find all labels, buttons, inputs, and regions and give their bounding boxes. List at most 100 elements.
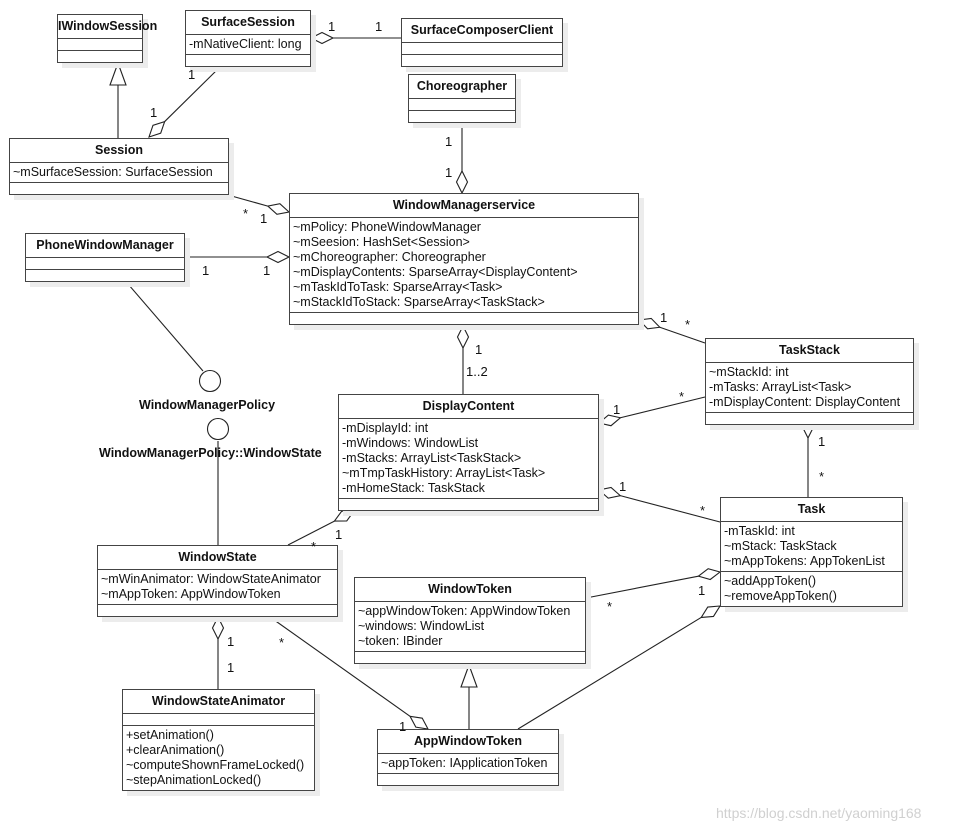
aggregation-diamond-icon [597, 486, 622, 499]
aggregation-diamond-icon [265, 250, 291, 264]
attributes-section [123, 714, 314, 726]
operations-section [409, 111, 515, 122]
attribute: ~mStack: TaskStack [724, 539, 837, 553]
class-taskstack[interactable]: TaskStack ~mStackId: int -mTasks: ArrayLis… [705, 338, 914, 425]
association-line [659, 326, 706, 344]
multiplicity: 1 [445, 165, 453, 180]
operations-section: +setAnimation() +clearAnimation() ~compute… [123, 726, 314, 790]
aggregation-diamond-icon [700, 605, 722, 619]
attributes-section: -mNativeClient: long [186, 35, 310, 55]
attribute: ~mTmpTaskHistory: ArrayList<Task> [342, 466, 546, 480]
attribute: -mHomeStack: TaskStack [342, 481, 485, 495]
multiplicity: 1 [660, 310, 668, 325]
multiplicity: 1 [150, 105, 158, 120]
multiplicity: 1 [399, 719, 407, 734]
operations-section [290, 313, 638, 324]
aggregation-diamond-icon [456, 324, 470, 350]
operation: ~removeAppToken() [724, 589, 837, 603]
multiplicity: 1 [375, 19, 383, 34]
multiplicity: * [279, 635, 285, 650]
class-windowstateanimator[interactable]: WindowStateAnimator +setAnimation() +clear… [122, 689, 315, 791]
attributes-section [58, 39, 142, 51]
attribute: ~mAppTokens: AppTokenList [724, 554, 885, 568]
class-surfacecomposerclient[interactable]: SurfaceComposerClient [401, 18, 563, 67]
class-name: Choreographer [409, 75, 515, 99]
attributes-section [26, 258, 184, 270]
class-session[interactable]: Session ~mSurfaceSession: SurfaceSession [9, 138, 229, 195]
aggregation-diamond-icon [148, 120, 166, 138]
generalization-triangle-icon [460, 663, 478, 688]
attribute: -mNativeClient: long [189, 37, 302, 51]
multiplicity: 1 [227, 634, 235, 649]
class-name: SurfaceComposerClient [402, 19, 562, 43]
multiplicity: 1 [202, 263, 210, 278]
multiplicity: 1 [445, 134, 453, 149]
multiplicity: 1 [619, 479, 627, 494]
attribute: ~mPolicy: PhoneWindowManager [293, 220, 481, 234]
class-windowstate[interactable]: WindowState ~mWinAnimator: WindowStateAni… [97, 545, 338, 617]
operations-section [355, 652, 585, 663]
operations-section [10, 183, 228, 194]
class-name: IWindowSession [58, 15, 157, 39]
class-windowtoken[interactable]: WindowToken ~appWindowToken: AppWindowTok… [354, 577, 586, 664]
class-name: Task [721, 498, 902, 522]
aggregation-diamond-icon [333, 510, 356, 522]
attributes-section: ~appWindowToken: AppWindowToken ~windows:… [355, 602, 585, 652]
class-iwindowsession[interactable]: IWindowSession [57, 14, 157, 63]
class-name: WindowManagerservice [290, 194, 638, 218]
class-task[interactable]: Task -mTaskId: int ~mStack: TaskStack ~mApp… [720, 497, 903, 607]
class-name: SurfaceSession [186, 11, 310, 35]
multiplicity: 1 [818, 434, 826, 449]
class-windowmanagerservice[interactable]: WindowManagerservice ~mPolicy: PhoneWindo… [289, 193, 639, 325]
class-name: TaskStack [706, 339, 913, 363]
multiplicity: * [243, 206, 249, 221]
attributes-section: -mTaskId: int ~mStack: TaskStack ~mAppToke… [721, 522, 902, 572]
multiplicity: 1 [260, 211, 268, 226]
multiplicity: 1 [613, 402, 621, 417]
operations-section [706, 413, 913, 424]
attributes-section: ~mSurfaceSession: SurfaceSession [10, 163, 228, 183]
operation: ~stepAnimationLocked() [126, 773, 262, 787]
class-appwindowtoken[interactable]: AppWindowToken ~appToken: IApplicationTok… [377, 729, 559, 786]
class-phonewindowmanager[interactable]: PhoneWindowManager [25, 233, 185, 282]
class-surfacesession[interactable]: SurfaceSession -mNativeClient: long [185, 10, 311, 67]
attribute: ~mWinAnimator: WindowStateAnimator [101, 572, 321, 586]
operations-section [58, 51, 142, 62]
operations-section [26, 270, 184, 281]
realization-line [121, 276, 204, 372]
attributes-section: ~mPolicy: PhoneWindowManager ~mSeesion: H… [290, 218, 638, 313]
multiplicity: * [685, 317, 691, 332]
class-name: WindowState [98, 546, 337, 570]
aggregation-diamond-icon [211, 615, 225, 641]
attribute: -mTaskId: int [724, 524, 795, 538]
attributes-section: ~appToken: IApplicationToken [378, 754, 558, 774]
operations-section [186, 55, 310, 66]
class-displaycontent[interactable]: DisplayContent -mDisplayId: int -mWindows:… [338, 394, 599, 511]
attribute: ~appWindowToken: AppWindowToken [358, 604, 571, 618]
attribute: -mDisplayId: int [342, 421, 429, 435]
class-name: PhoneWindowManager [26, 234, 184, 258]
operations-section [98, 605, 337, 616]
multiplicity: 1 [227, 660, 235, 675]
attributes-section: ~mStackId: int -mTasks: ArrayList<Task> -m… [706, 363, 913, 413]
class-choreographer[interactable]: Choreographer [408, 74, 516, 123]
operation: ~addAppToken() [724, 574, 817, 588]
interface-label-windowstate: WindowManagerPolicy::WindowState [99, 446, 322, 460]
operations-section: ~addAppToken() ~removeAppToken() [721, 572, 902, 606]
interface-lollipop-icon [198, 369, 222, 393]
multiplicity: 1 [698, 583, 706, 598]
multiplicity: * [700, 503, 706, 518]
generalization-triangle-icon [109, 61, 127, 86]
association-line [620, 396, 706, 419]
multiplicity: * [819, 469, 825, 484]
aggregation-diamond-icon [266, 203, 291, 215]
multiplicity: 1 [188, 67, 196, 82]
attribute: ~mTaskIdToTask: SparseArray<Task> [293, 280, 503, 294]
attributes-section: -mDisplayId: int -mWindows: WindowList -mS… [339, 419, 598, 499]
multiplicity: 1 [475, 342, 483, 357]
attribute: ~mSeesion: HashSet<Session> [293, 235, 470, 249]
attributes-section: ~mWinAnimator: WindowStateAnimator ~mAppT… [98, 570, 337, 605]
attribute: ~token: IBinder [358, 634, 443, 648]
association-line [585, 575, 699, 599]
operations-section [339, 499, 598, 510]
